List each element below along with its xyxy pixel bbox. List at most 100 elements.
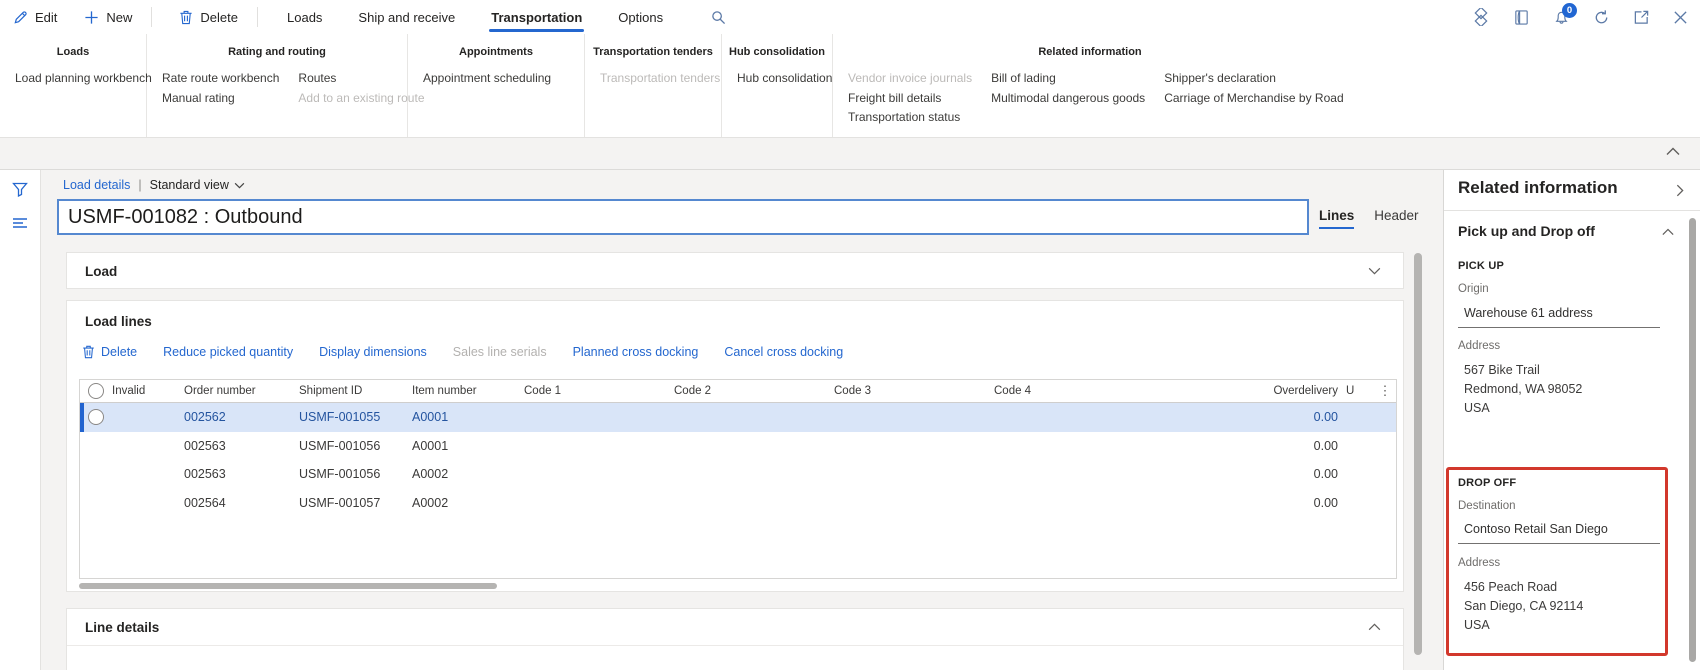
ribbon-item-shippers-declaration[interactable]: Shipper's declaration	[1164, 69, 1343, 89]
cell-overdelivery[interactable]: 0.00	[1152, 467, 1344, 481]
delete-button[interactable]: Delete	[179, 10, 238, 25]
cancel-cross-docking-button[interactable]: Cancel cross docking	[724, 345, 843, 359]
line-details-content	[67, 645, 1403, 667]
column-header-code-4[interactable]: Code 4	[992, 385, 1152, 397]
cell-shipment-id[interactable]: USMF-001056	[297, 439, 410, 453]
dynamics-apps-icon[interactable]	[1472, 8, 1490, 26]
column-header-u-truncated[interactable]: U	[1344, 385, 1374, 397]
column-header-invalid[interactable]: Invalid	[110, 385, 182, 397]
column-header-code-1[interactable]: Code 1	[522, 385, 672, 397]
ribbon-item-carriage-of-merchandise-by-road[interactable]: Carriage of Merchandise by Road	[1164, 89, 1343, 109]
cell-shipment-id[interactable]: USMF-001057	[297, 496, 410, 510]
horizontal-scrollbar[interactable]	[79, 583, 497, 589]
menu-tab-options[interactable]: Options	[616, 2, 665, 33]
content-area: Load details | Standard view USMF-001082…	[0, 170, 1700, 670]
collapse-ribbon-chevron-up-icon[interactable]	[1666, 147, 1680, 156]
chevron-right-icon[interactable]	[1676, 184, 1684, 197]
ribbon-item-rate-route-workbench[interactable]: Rate route workbench	[162, 69, 279, 89]
load-section-header[interactable]: Load	[67, 253, 1403, 289]
line-details-section-header[interactable]: Line details	[67, 609, 1403, 645]
system-icons: 0	[1472, 0, 1688, 34]
cell-item-number[interactable]: A0001	[410, 439, 522, 453]
task-list-icon[interactable]	[12, 217, 28, 229]
cell-overdelivery[interactable]: 0.00	[1152, 496, 1344, 510]
menu-tab-loads[interactable]: Loads	[285, 2, 324, 33]
record-title-field[interactable]: USMF-001082 : Outbound	[57, 199, 1309, 235]
ribbon-group-transportation-tenders: Transportation tenders Transportation te…	[585, 34, 722, 137]
refresh-icon[interactable]	[1593, 9, 1610, 26]
load-lines-section-header[interactable]: Load lines	[67, 301, 1403, 341]
cell-order-number[interactable]: 002562	[182, 410, 297, 424]
notification-count-badge: 0	[1562, 3, 1577, 18]
ribbon-item-hub-consolidation[interactable]: Hub consolidation	[737, 69, 832, 89]
load-lines-toolbar: Delete Reduce picked quantity Display di…	[67, 341, 1403, 369]
edit-button[interactable]: Edit	[13, 10, 57, 25]
table-row[interactable]: 002563 USMF-001056 A0002 0.00	[80, 460, 1396, 489]
cell-order-number[interactable]: 002564	[182, 496, 297, 510]
open-in-new-window-icon[interactable]	[1633, 9, 1650, 26]
row-select-radio[interactable]	[88, 409, 104, 425]
table-row[interactable]: 002563 USMF-001056 A0001 0.00	[80, 432, 1396, 461]
ribbon-item-routes[interactable]: Routes	[298, 69, 424, 89]
ribbon-item-multimodal-dangerous-goods[interactable]: Multimodal dangerous goods	[991, 89, 1145, 109]
column-header-item-number[interactable]: Item number	[410, 385, 522, 397]
address-line: Redmond, WA 98052	[1464, 380, 1582, 399]
planned-cross-docking-button[interactable]: Planned cross docking	[573, 345, 699, 359]
ribbon-group-loads: Loads Load planning workbench	[0, 34, 147, 137]
ribbon-item-manual-rating[interactable]: Manual rating	[162, 89, 279, 109]
page-title: USMF-001082 : Outbound	[68, 206, 303, 229]
chevron-up-icon[interactable]	[1662, 228, 1674, 236]
ribbon-item-transportation-status[interactable]: Transportation status	[848, 108, 972, 128]
ribbon-item-vendor-invoice-journals: Vendor invoice journals	[848, 69, 972, 89]
select-all-radio[interactable]	[88, 383, 104, 399]
chevron-down-icon	[234, 182, 245, 189]
column-header-order-number[interactable]: Order number	[182, 385, 297, 397]
ribbon-item-appointment-scheduling[interactable]: Appointment scheduling	[423, 69, 551, 89]
column-header-shipment-id[interactable]: Shipment ID	[297, 385, 410, 397]
ribbon-group-appointments: Appointments Appointment scheduling	[408, 34, 585, 137]
filter-icon[interactable]	[12, 182, 28, 197]
ribbon: Loads Load planning workbench Rating and…	[0, 34, 1700, 138]
field-underline	[1458, 543, 1660, 544]
search-icon[interactable]	[711, 10, 726, 25]
menu-tab-transportation[interactable]: Transportation	[489, 2, 584, 33]
table-row[interactable]: 002562 USMF-001055 A0001 0.00	[80, 403, 1396, 432]
tab-header[interactable]: Header	[1374, 208, 1418, 229]
column-options-icon[interactable]: ⋮	[1374, 383, 1396, 399]
cell-overdelivery[interactable]: 0.00	[1152, 439, 1344, 453]
tab-lines[interactable]: Lines	[1319, 208, 1354, 229]
new-button[interactable]: New	[84, 10, 132, 25]
toolbar-separator	[257, 7, 258, 27]
column-header-code-3[interactable]: Code 3	[832, 385, 992, 397]
panel-vertical-scrollbar[interactable]	[1689, 218, 1696, 662]
cell-order-number[interactable]: 002563	[182, 467, 297, 481]
ribbon-group-title: Appointments	[408, 46, 584, 58]
cell-item-number[interactable]: A0002	[410, 496, 522, 510]
cell-shipment-id[interactable]: USMF-001056	[297, 467, 410, 481]
column-header-overdelivery[interactable]: Overdelivery	[1152, 385, 1344, 397]
address-line: 456 Peach Road	[1464, 578, 1583, 597]
office-book-icon[interactable]	[1513, 9, 1530, 26]
ribbon-item-bill-of-lading[interactable]: Bill of lading	[991, 69, 1145, 89]
close-icon[interactable]	[1673, 10, 1688, 25]
vertical-scrollbar[interactable]	[1414, 253, 1422, 655]
display-dimensions-button[interactable]: Display dimensions	[319, 345, 427, 359]
cell-item-number[interactable]: A0002	[410, 467, 522, 481]
cell-overdelivery[interactable]: 0.00	[1152, 410, 1344, 424]
menu-tab-ship-and-receive[interactable]: Ship and receive	[356, 2, 457, 33]
view-selector[interactable]: Standard view	[150, 178, 245, 192]
cell-shipment-id[interactable]: USMF-001055	[297, 410, 410, 424]
grid-delete-button[interactable]: Delete	[82, 345, 137, 359]
cell-item-number[interactable]: A0001	[410, 410, 522, 424]
destination-value-field[interactable]: Contoso Retail San Diego	[1464, 522, 1608, 536]
cell-order-number[interactable]: 002563	[182, 439, 297, 453]
ribbon-item-freight-bill-details[interactable]: Freight bill details	[848, 89, 972, 109]
ribbon-item-load-planning-workbench[interactable]: Load planning workbench	[15, 69, 152, 89]
breadcrumb-page-link[interactable]: Load details	[63, 178, 130, 192]
address-line: San Diego, CA 92114	[1464, 597, 1583, 616]
column-header-code-2[interactable]: Code 2	[672, 385, 832, 397]
notifications-bell-icon[interactable]: 0	[1553, 9, 1570, 26]
reduce-picked-quantity-button[interactable]: Reduce picked quantity	[163, 345, 293, 359]
origin-value-field[interactable]: Warehouse 61 address	[1464, 306, 1593, 320]
table-row[interactable]: 002564 USMF-001057 A0002 0.00	[80, 489, 1396, 518]
